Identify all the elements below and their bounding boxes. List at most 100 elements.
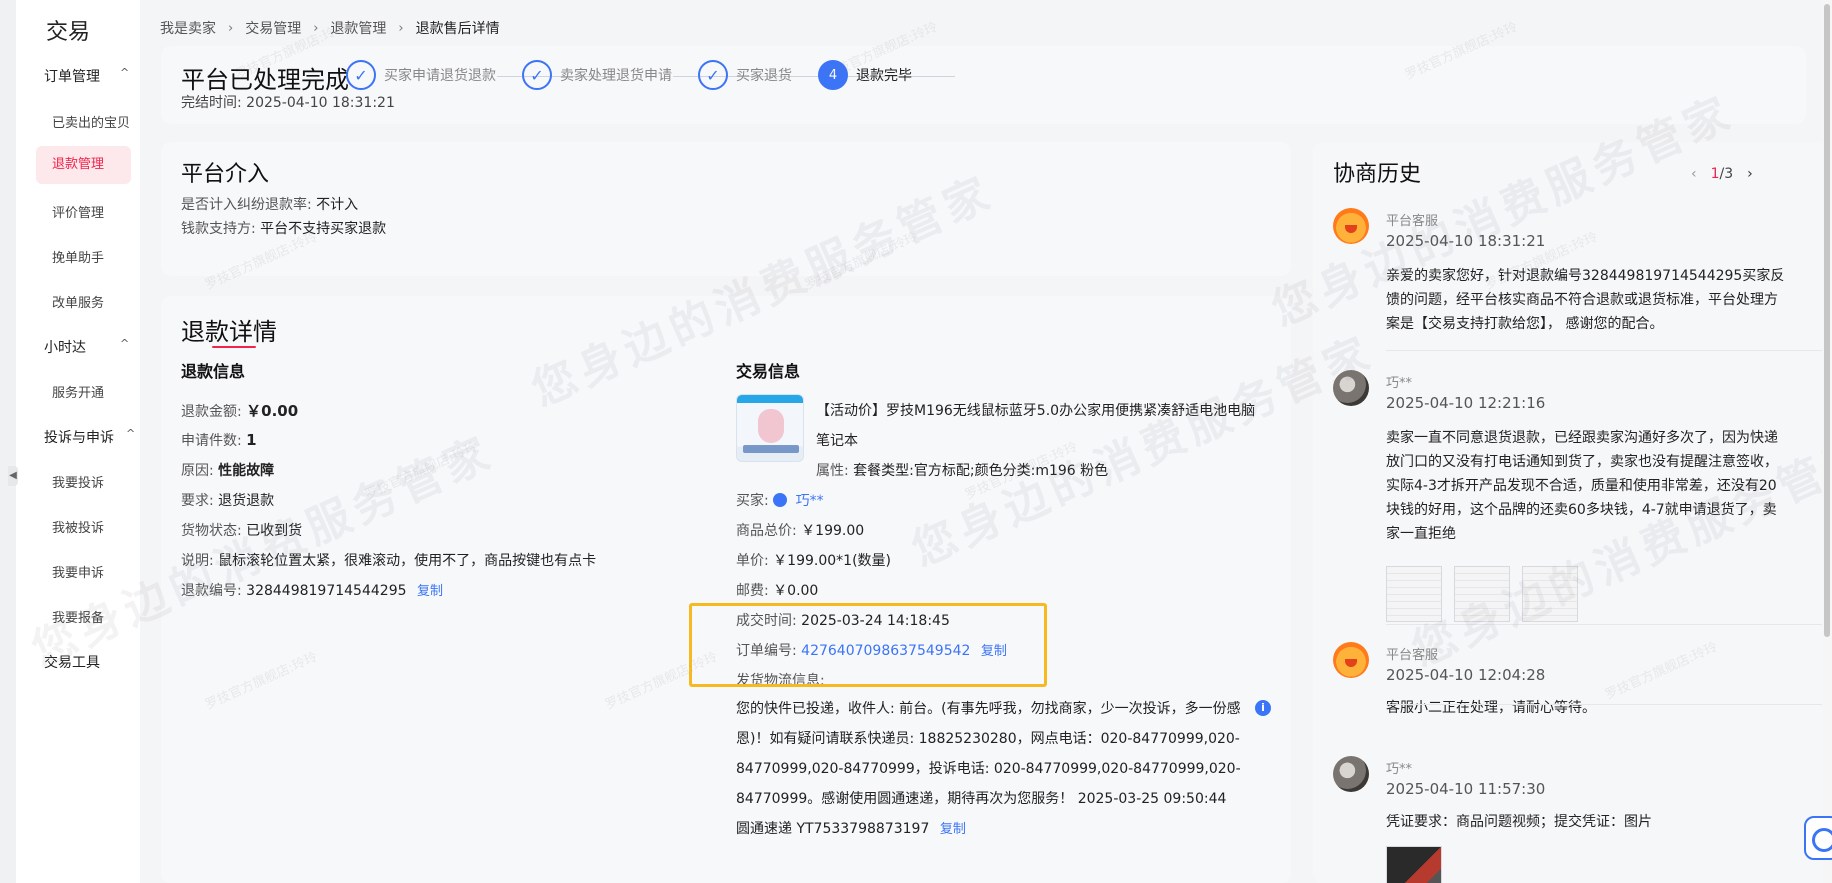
refund-reason: 原因: 性能故障 xyxy=(181,460,274,480)
field-value: 已收到货 xyxy=(246,523,303,539)
check-icon: ✓ xyxy=(346,60,376,90)
next-page-icon[interactable]: › xyxy=(1747,166,1753,182)
sidebar-item-modify[interactable]: 改单服务 xyxy=(52,292,104,311)
dispute-rate-value: 不计入 xyxy=(316,197,359,213)
sidebar-item-report[interactable]: 我要报备 xyxy=(52,607,104,626)
breadcrumb-refund[interactable]: 退款管理 xyxy=(330,18,386,38)
field-label: 买家: xyxy=(736,493,769,509)
sidebar-title: 交易 xyxy=(46,20,91,45)
sidebar-item-complain[interactable]: 我要投诉 xyxy=(52,472,104,491)
current-page: 1 xyxy=(1710,166,1720,182)
buyer: 买家: 巧** xyxy=(736,490,824,510)
sidebar-item-retain[interactable]: 挽单助手 xyxy=(52,247,104,266)
user-avatar xyxy=(1333,756,1369,792)
step-label: 卖家处理退货申请 xyxy=(560,68,672,84)
history-content: 凭证要求：商品问题视频；提交凭证：图片 xyxy=(1386,814,1652,830)
evidence-thumbnails xyxy=(1386,566,1578,622)
nav-group-label: 订单管理 xyxy=(44,69,100,85)
info-icon[interactable]: i xyxy=(1255,700,1271,716)
funding-source: 钱款支持方: 平台不支持买家退款 xyxy=(181,218,386,238)
history-content: 亲爱的卖家您好，针对退款编号328449819714544295买家反馈的问题，… xyxy=(1386,268,1785,332)
evidence-image[interactable] xyxy=(1386,566,1442,622)
logistics-info: 您的快件已投递，收件人: 前台。(有事先呼我，勿找商家，少一次投诉，多一份感恩)… xyxy=(736,694,1256,845)
dispute-rate: 是否计入纠纷退款率: 不计入 xyxy=(181,194,358,214)
goods-status: 货物状态: 已收到货 xyxy=(181,520,302,540)
breadcrumb-trade[interactable]: 交易管理 xyxy=(245,18,301,38)
step-3: ✓ 买家退货 xyxy=(698,60,792,90)
sidebar-item-appeal[interactable]: 我要申诉 xyxy=(52,562,104,581)
nav-group-label: 小时达 xyxy=(44,340,86,356)
step-4: 4 退款完毕 xyxy=(818,60,912,90)
history-pager: ‹ 1/3 › xyxy=(1691,166,1753,182)
field-value: 性能故障 xyxy=(218,463,275,479)
service-avatar-icon xyxy=(1333,208,1369,244)
history-item: 平台客服 2025-04-10 18:31:21 亲爱的卖家您好，针对退款编号3… xyxy=(1333,208,1787,348)
product-name[interactable]: 【活动价】罗技M196无线鼠标蓝牙5.0办公家用便携紧凑舒适电池电脑笔记本 xyxy=(816,396,1261,456)
step-label: 买家退货 xyxy=(736,68,792,84)
prev-page-icon[interactable]: ‹ xyxy=(1691,166,1697,182)
nav-group-tools[interactable]: 交易工具 xyxy=(44,652,100,672)
sidebar-collapse-icon[interactable]: ◀ xyxy=(8,466,18,486)
breadcrumb-current: 退款售后详情 xyxy=(415,21,500,37)
copy-tracking-link[interactable]: 复制 xyxy=(940,822,966,837)
field-label: 原因: xyxy=(181,463,214,479)
sidebar-edge xyxy=(0,0,16,883)
history-item: 平台客服 2025-04-10 12:04:28 客服小二正在处理，请耐心等待。 xyxy=(1333,642,1787,722)
status-time-value: 2025-04-10 18:31:21 xyxy=(246,95,395,111)
breadcrumb-separator: › xyxy=(313,20,319,36)
divider xyxy=(1386,350,1832,351)
history-name: 平台客服 xyxy=(1386,214,1439,229)
field-value: ￥0.00 xyxy=(246,402,299,420)
refund-description: 说明: 鼠标滚轮位置太紧，很难滚动，使用不了，商品按键也有点卡 xyxy=(181,550,596,570)
breadcrumb-separator: › xyxy=(398,20,404,36)
highlight-box xyxy=(689,603,1047,687)
floating-help-icon[interactable] xyxy=(1804,816,1832,860)
breadcrumb-seller[interactable]: 我是卖家 xyxy=(160,18,216,38)
refund-number: 退款编号: 328449819714544295 复制 xyxy=(181,580,443,600)
field-value: 鼠标滚轮位置太紧，很难滚动，使用不了，商品按键也有点卡 xyxy=(218,553,597,569)
history-name: 平台客服 xyxy=(1386,648,1439,663)
divider xyxy=(1386,704,1832,705)
nav-group-complaint[interactable]: 投诉与申诉 ^ xyxy=(44,427,135,447)
chevron-up-icon: ^ xyxy=(126,427,136,440)
scrollbar-thumb[interactable] xyxy=(1824,4,1830,637)
unit-price: 单价: ￥199.00*1(数量) xyxy=(736,550,891,570)
chevron-up-icon: ^ xyxy=(120,337,130,350)
tracking-number: 圆通速递 YT7533798873197 xyxy=(736,821,930,837)
platform-title: 平台介入 xyxy=(181,162,270,187)
page-scrollbar[interactable] xyxy=(1822,0,1832,883)
evidence-image[interactable] xyxy=(1386,846,1442,883)
service-avatar-icon xyxy=(1333,642,1369,678)
nav-group-label: 投诉与申诉 xyxy=(44,430,114,446)
sidebar-item-complained[interactable]: 我被投诉 xyxy=(52,517,104,536)
nav-group-order[interactable]: 订单管理 ^ xyxy=(44,66,129,86)
field-label: 属性: xyxy=(816,463,849,479)
total-pages: /3 xyxy=(1719,166,1734,182)
history-time: 2025-04-10 12:21:16 xyxy=(1386,394,1546,412)
history-content: 卖家一直不同意退货退款，已经跟卖家沟通好多次了，因为快递放门口的又没有打电话通知… xyxy=(1386,430,1778,542)
field-value: 套餐类型:官方标配;颜色分类:m196 粉色 xyxy=(853,463,1109,479)
refund-amount: 退款金额: ￥0.00 xyxy=(181,400,298,421)
history-card: 协商历史 ‹ 1/3 › 平台客服 2025-04-10 18:31:21 亲爱… xyxy=(1313,142,1832,883)
evidence-image[interactable] xyxy=(1522,566,1578,622)
product-image[interactable] xyxy=(736,394,804,462)
sidebar-item-sold[interactable]: 已卖出的宝贝 xyxy=(52,112,130,131)
check-icon: ✓ xyxy=(698,60,728,90)
history-time: 2025-04-10 11:57:30 xyxy=(1386,780,1546,798)
history-name: 巧** xyxy=(1386,376,1413,391)
field-label: 说明: xyxy=(181,553,214,569)
step-number-icon: 4 xyxy=(818,60,848,90)
product-attributes: 属性: 套餐类型:官方标配;颜色分类:m196 粉色 xyxy=(816,460,1108,480)
evidence-image[interactable] xyxy=(1454,566,1510,622)
sidebar-item-review[interactable]: 评价管理 xyxy=(52,202,104,221)
history-title: 协商历史 xyxy=(1333,162,1422,187)
refund-detail-card: 退款详情 退款信息 退款金额: ￥0.00 申请件数: 1 原因: 性能故障 要… xyxy=(161,296,1291,883)
chevron-up-icon: ^ xyxy=(120,66,130,79)
sidebar-item-refund[interactable]: 退款管理 xyxy=(36,146,131,184)
buyer-link[interactable]: 巧** xyxy=(796,493,824,509)
field-label: 退款编号: xyxy=(181,583,242,599)
sidebar-item-service[interactable]: 服务开通 xyxy=(52,382,104,401)
nav-group-hourly[interactable]: 小时达 ^ xyxy=(44,337,129,357)
status-card: 平台已处理完成 完结时间: 2025-04-10 18:31:21 ✓ 买家申请… xyxy=(161,46,1806,124)
copy-refund-number-link[interactable]: 复制 xyxy=(417,584,443,599)
